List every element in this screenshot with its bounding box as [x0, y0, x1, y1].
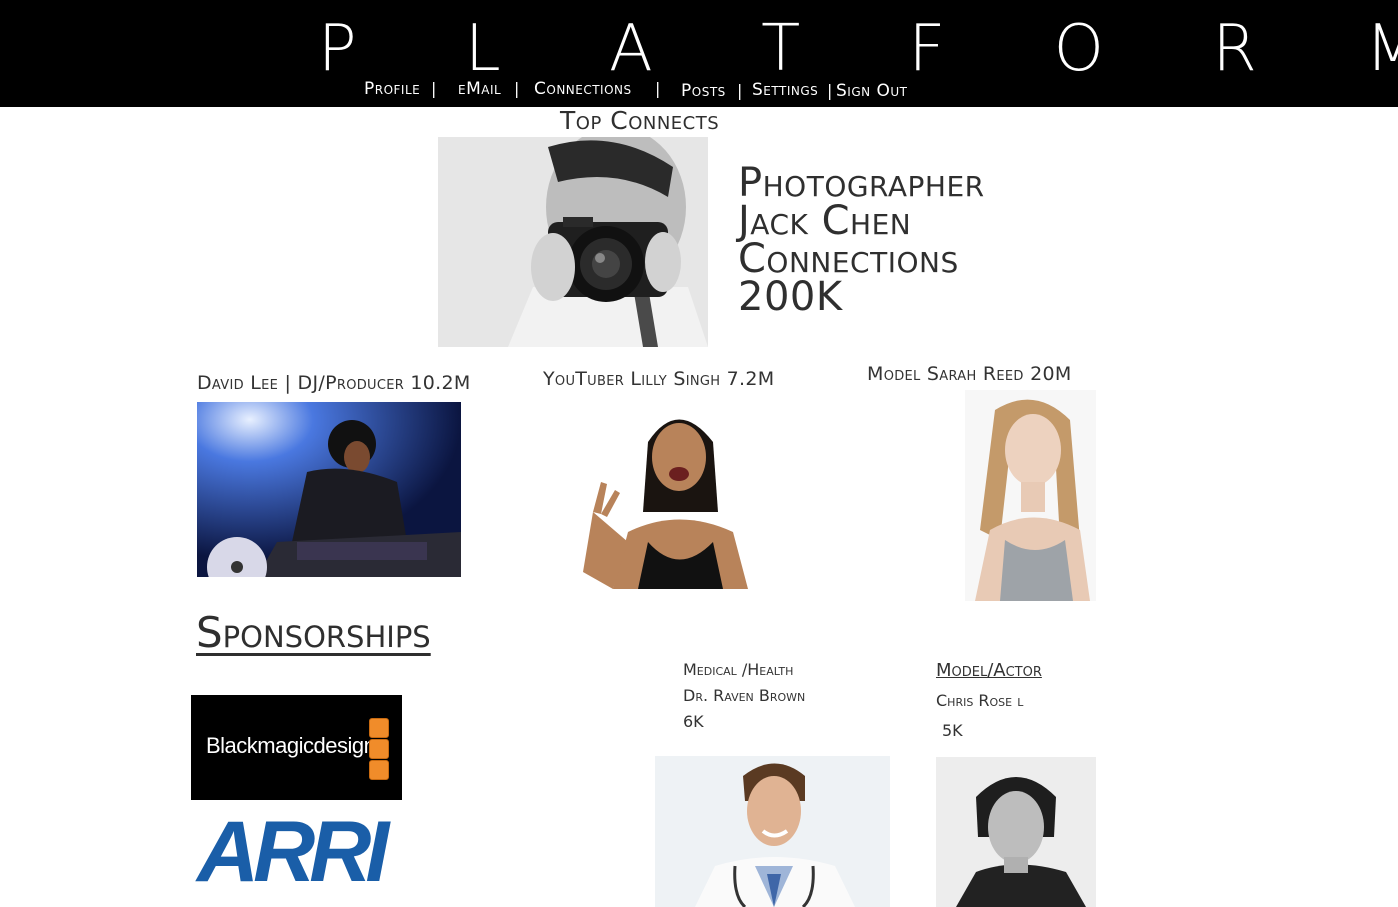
profile-name[interactable]: Chris Rose l [936, 688, 1042, 714]
actor-image [936, 757, 1096, 907]
nav-separator: | [431, 79, 437, 98]
profile-count: 6K [683, 712, 704, 731]
featured-role: Photographer [738, 160, 985, 206]
nav-settings[interactable]: Settings [752, 79, 818, 101]
nav-connections[interactable]: Connections [534, 78, 632, 100]
model-image [965, 390, 1096, 601]
youtuber-photo[interactable] [553, 402, 803, 589]
photographer-photo[interactable] [438, 137, 708, 347]
card-title-sarah-reed[interactable]: Model Sarah Reed 20M [867, 363, 1072, 385]
bmd-square-icon [369, 739, 389, 759]
profile-category[interactable]: Model/Actor [936, 658, 1042, 684]
model-photo[interactable] [965, 390, 1096, 601]
bmd-square-icon [369, 760, 389, 780]
arri-logo-text: ARRI [197, 804, 389, 900]
doctor-photo[interactable] [655, 756, 890, 907]
featured-connections-label: Connections [738, 236, 959, 282]
nav-email[interactable]: eMail [458, 78, 501, 100]
profile-category[interactable]: Medical /Health [683, 657, 805, 683]
top-connects-title: Top Connects [560, 106, 720, 135]
top-navigation-bar: P L A T F O R M Profile | eMail | Connec… [0, 0, 1398, 107]
sponsorships-title[interactable]: Sponsorships [196, 608, 449, 657]
blackmagicdesign-logo[interactable]: Blackmagicdesign [191, 695, 402, 800]
photographer-image [438, 137, 708, 347]
featured-connections-value: 200K [738, 274, 843, 320]
profile-count: 5K [942, 721, 963, 740]
doctor-image [655, 756, 890, 907]
profile-medical-health: Medical /Health Dr. Raven Brown 6K [683, 657, 805, 735]
nav-separator: | [827, 81, 833, 100]
profile-name[interactable]: Dr. Raven Brown [683, 683, 805, 709]
youtuber-image [553, 402, 803, 589]
dj-image [197, 402, 461, 577]
profile-model-actor: Model/Actor Chris Rose l 5K [936, 658, 1042, 744]
bmd-square-icon [369, 718, 389, 738]
card-title-david-lee[interactable]: David Lee | DJ/Producer 10.2M [197, 372, 471, 394]
nav-separator: | [655, 79, 661, 98]
platform-logo[interactable]: P L A T F O R M [318, 14, 1398, 84]
actor-photo[interactable] [936, 757, 1096, 907]
card-title-lilly-singh[interactable]: YouTuber Lilly Singh 7.2M [543, 368, 774, 390]
blackmagicdesign-logo-text: Blackmagicdesign [206, 733, 376, 758]
featured-connection-info: Photographer Jack Chen Connections 200K [738, 160, 985, 320]
arri-logo[interactable]: ARRI [197, 804, 397, 900]
nav-sign-out[interactable]: Sign Out [836, 80, 908, 102]
featured-name[interactable]: Jack Chen [738, 201, 985, 241]
nav-profile[interactable]: Profile [364, 78, 420, 100]
nav-separator: | [514, 79, 520, 98]
dj-photo[interactable] [197, 402, 461, 577]
main-nav: Profile | eMail | Connections | Posts | … [0, 78, 1398, 102]
nav-posts[interactable]: Posts [681, 80, 726, 102]
nav-separator: | [737, 81, 743, 100]
